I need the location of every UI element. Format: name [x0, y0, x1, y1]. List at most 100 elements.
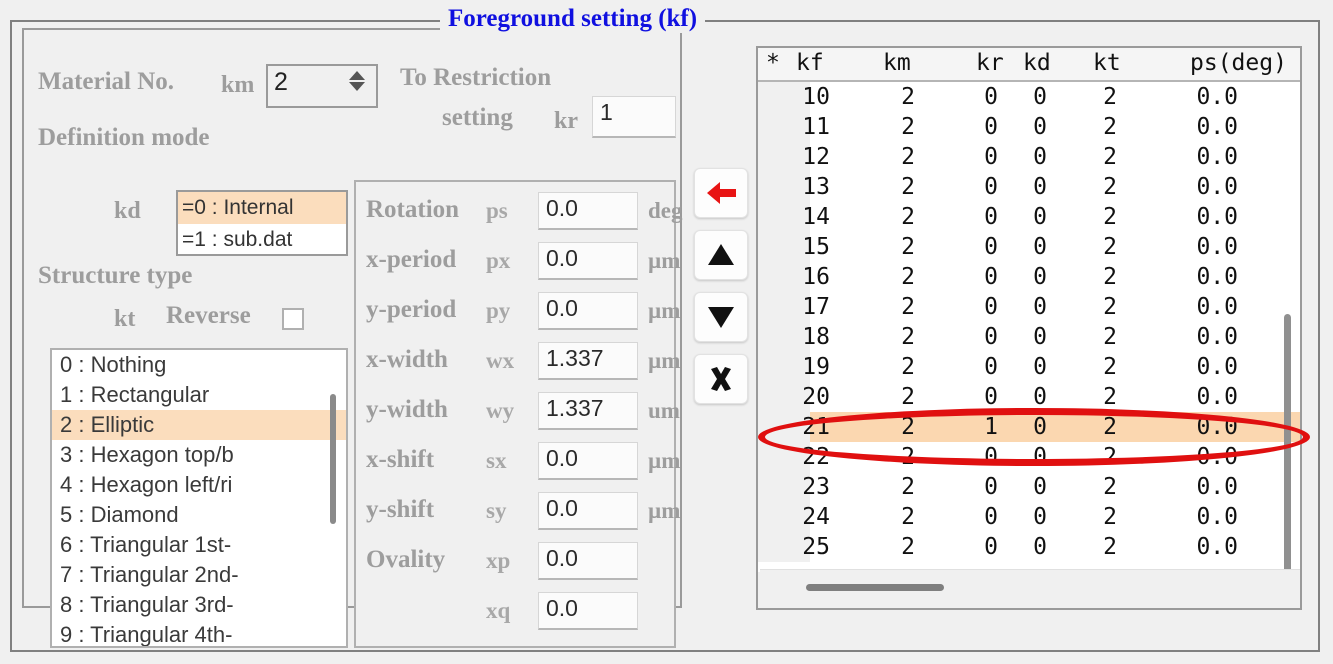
table-row[interactable]: 22 2 0 0 2 0.0 — [758, 442, 1300, 472]
table-cell-km: 2 — [901, 444, 915, 470]
table-cell-ps: 0.0 — [1196, 444, 1238, 470]
reverse-checkbox[interactable] — [282, 308, 304, 330]
structure-type-item-6[interactable]: 6 : Triangular 1st- — [52, 530, 346, 560]
parameter-row-xp: Ovality xp 0.0 — [356, 540, 674, 590]
table-vertical-scrollbar-thumb[interactable] — [1284, 314, 1291, 604]
table-row[interactable]: 23 2 0 0 2 0.0 — [758, 472, 1300, 502]
table-cell-km: 2 — [901, 84, 915, 110]
foreground-setting-dialog: Foreground setting (kf) Material No. km … — [0, 0, 1333, 664]
table-cell-kr: 0 — [984, 384, 998, 410]
move-up-button[interactable] — [694, 230, 748, 280]
move-down-button[interactable] — [694, 292, 748, 342]
material-no-value[interactable]: 2 — [274, 68, 288, 97]
table-cell-kf: 17 — [802, 294, 830, 320]
table-cell-kf: 15 — [802, 234, 830, 260]
table-cell-kr: 0 — [984, 144, 998, 170]
table-cell-kf: 20 — [802, 384, 830, 410]
table-cell-kr: 0 — [984, 294, 998, 320]
structure-type-item-5[interactable]: 5 : Diamond — [52, 500, 346, 530]
structure-type-symbol: kt — [114, 306, 136, 332]
parameter-field-xp[interactable]: 0.0 — [538, 542, 638, 580]
table-horizontal-scrollbar-thumb[interactable] — [806, 584, 944, 591]
material-no-stepper-buttons[interactable] — [344, 69, 370, 107]
table-row[interactable]: 18 2 0 0 2 0.0 — [758, 322, 1300, 352]
table-cell-kt: 2 — [1103, 384, 1117, 410]
structure-type-item-8[interactable]: 8 : Triangular 3rd- — [52, 590, 346, 620]
table-cell-kf: 11 — [802, 114, 830, 140]
structure-type-item-4[interactable]: 4 : Hexagon left/ri — [52, 470, 346, 500]
structure-type-item-9[interactable]: 9 : Triangular 4th- — [52, 620, 346, 646]
table-cell-kr: 0 — [984, 84, 998, 110]
structure-type-list[interactable]: 0 : Nothing 1 : Rectangular 2 : Elliptic 3 … — [50, 348, 348, 648]
table-row[interactable]: 17 2 0 0 2 0.0 — [758, 292, 1300, 322]
delete-button[interactable] — [694, 354, 748, 404]
table-row[interactable]: 13 2 0 0 2 0.0 — [758, 172, 1300, 202]
table-cell-km: 2 — [901, 204, 915, 230]
definition-mode-option-1[interactable]: =1 : sub.dat — [178, 224, 346, 254]
table-cell-kt: 2 — [1103, 444, 1117, 470]
parameter-field-px[interactable]: 0.0 — [538, 242, 638, 280]
structure-type-item-0[interactable]: 0 : Nothing — [52, 350, 346, 380]
table-cell-ps: 0.0 — [1196, 384, 1238, 410]
move-left-button[interactable] — [694, 168, 748, 218]
table-rows-container[interactable]: 10 2 0 0 2 0.0 11 2 0 0 2 0.0 12 2 0 0 2 0.0 13 2 0 0 2 0.0 14 2 0… — [758, 82, 1300, 562]
material-no-stepper[interactable]: 2 — [266, 64, 378, 108]
table-cell-kr: 1 — [984, 414, 998, 440]
table-cell-kt: 2 — [1103, 474, 1117, 500]
structure-type-item-2[interactable]: 2 : Elliptic — [52, 410, 346, 440]
table-header-km: km — [883, 50, 911, 76]
structure-type-item-1[interactable]: 1 : Rectangular — [52, 380, 346, 410]
table-cell-kt: 2 — [1103, 534, 1117, 560]
structure-type-label: Structure type — [38, 262, 193, 289]
table-cell-ps: 0.0 — [1196, 84, 1238, 110]
restriction-kr-field[interactable]: 1 — [592, 96, 676, 138]
stepper-up-icon[interactable] — [349, 71, 365, 80]
table-row[interactable]: 20 2 0 0 2 0.0 — [758, 382, 1300, 412]
parameter-row-sy: y-shift sy 0.0 µm — [356, 490, 680, 540]
table-horizontal-scrollbar[interactable] — [760, 569, 1300, 606]
table-row[interactable]: 21 2 1 0 2 0.0 — [758, 412, 1300, 442]
stepper-down-icon[interactable] — [349, 82, 365, 91]
table-row[interactable]: 19 2 0 0 2 0.0 — [758, 352, 1300, 382]
table-cell-kd: 0 — [1033, 114, 1047, 140]
parameter-field-xq[interactable]: 0.0 — [538, 592, 638, 630]
table-cell-kt: 2 — [1103, 354, 1117, 380]
parameter-field-sx[interactable]: 0.0 — [538, 442, 638, 480]
table-cell-kd: 0 — [1033, 444, 1047, 470]
table-row[interactable]: 16 2 0 0 2 0.0 — [758, 262, 1300, 292]
parameter-field-sy[interactable]: 0.0 — [538, 492, 638, 530]
table-cell-kf: 24 — [802, 504, 830, 530]
table-vertical-scrollbar[interactable] — [1280, 84, 1296, 604]
table-row[interactable]: 24 2 0 0 2 0.0 — [758, 502, 1300, 532]
table-row[interactable]: 15 2 0 0 2 0.0 — [758, 232, 1300, 262]
table-cell-kd: 0 — [1033, 324, 1047, 350]
table-cell-km: 2 — [901, 294, 915, 320]
parameter-field-wx[interactable]: 1.337 — [538, 342, 638, 380]
parameter-field-py[interactable]: 0.0 — [538, 292, 638, 330]
table-row[interactable]: 11 2 0 0 2 0.0 — [758, 112, 1300, 142]
parameter-symbol-py: py — [486, 298, 511, 323]
parameter-row-wx: x-width wx 1.337 µm — [356, 340, 680, 390]
definition-mode-symbol: kd — [114, 198, 141, 224]
table-cell-ps: 0.0 — [1196, 234, 1238, 260]
table-row[interactable]: 10 2 0 0 2 0.0 — [758, 82, 1300, 112]
parameter-field-wy[interactable]: 1.337 — [538, 392, 638, 430]
parameter-symbol-sy: sy — [486, 498, 507, 523]
definition-mode-listbox[interactable]: =0 : Internal =1 : sub.dat — [176, 190, 348, 256]
definition-mode-option-0[interactable]: =0 : Internal — [178, 192, 346, 224]
table-body[interactable]: 10 2 0 0 2 0.0 11 2 0 0 2 0.0 12 2 0 0 2 0.0 13 2 0 0 2 0.0 14 2 0… — [758, 82, 1300, 572]
table-cell-km: 2 — [901, 174, 915, 200]
table-row[interactable]: 12 2 0 0 2 0.0 — [758, 142, 1300, 172]
table-cell-kr: 0 — [984, 234, 998, 260]
table-row[interactable]: 14 2 0 0 2 0.0 — [758, 202, 1300, 232]
structure-list-scrollbar-thumb[interactable] — [330, 394, 336, 524]
table-row[interactable]: 25 2 0 0 2 0.0 — [758, 532, 1300, 562]
reverse-label: Reverse — [166, 302, 251, 329]
parameter-unit-py: µm — [648, 298, 681, 323]
table-cell-kd: 0 — [1033, 174, 1047, 200]
structure-type-item-7[interactable]: 7 : Triangular 2nd- — [52, 560, 346, 590]
structure-type-item-3[interactable]: 3 : Hexagon top/b — [52, 440, 346, 470]
structure-list-scrollbar[interactable] — [326, 354, 340, 646]
structure-type-list-items[interactable]: 0 : Nothing 1 : Rectangular 2 : Elliptic 3 … — [52, 350, 346, 646]
parameter-field-ps[interactable]: 0.0 — [538, 192, 638, 230]
